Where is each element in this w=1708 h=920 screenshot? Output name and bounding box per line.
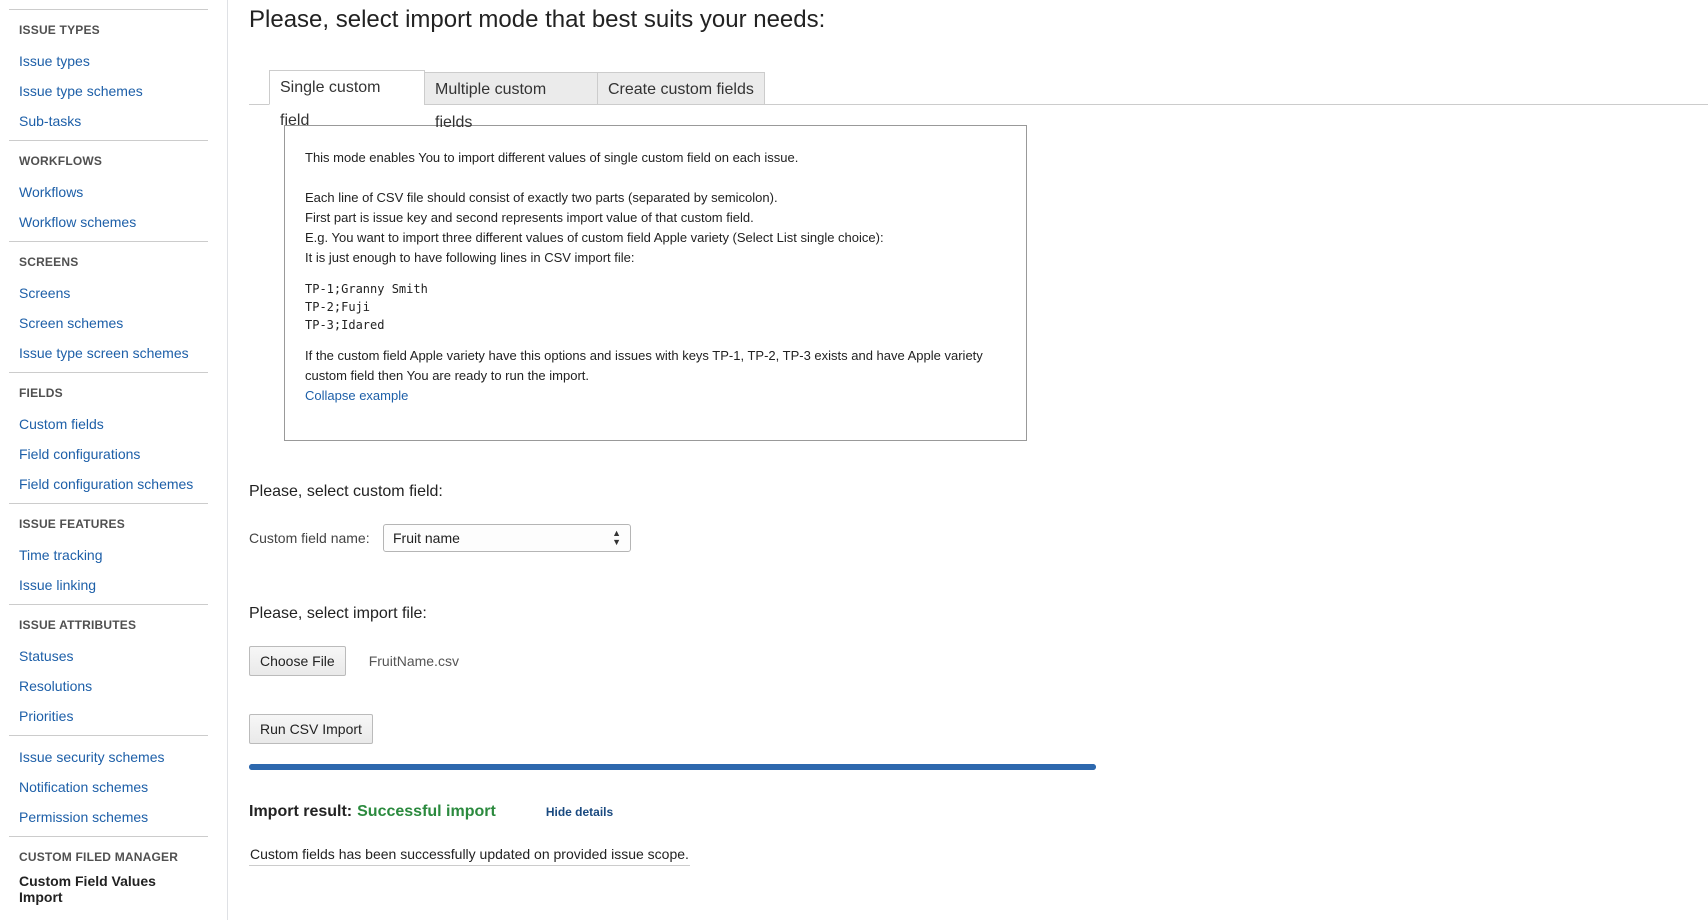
sidebar-heading: ISSUE FEATURES [19, 517, 125, 531]
choose-file-button[interactable]: Choose File [249, 646, 346, 676]
tab-single-custom-field[interactable]: Single custom field [269, 70, 425, 129]
sidebar-section-workflows: WORKFLOWS Workflows Workflow schemes [9, 140, 208, 241]
tab-multiple-custom-fields[interactable]: Multiple custom fields [424, 72, 598, 131]
description-line: E.g. You want to import three different … [305, 230, 884, 245]
sidebar-heading: CUSTOM FILED MANAGER [19, 850, 179, 864]
sidebar-item-field-configurations[interactable]: Field configurations [19, 439, 208, 469]
description-intro: This mode enables You to import differen… [305, 150, 799, 165]
sidebar-item-sub-tasks[interactable]: Sub-tasks [19, 106, 208, 136]
import-mode-tabs: Single custom field Multiple custom fiel… [249, 68, 1708, 131]
sidebar-item-field-configuration-schemes[interactable]: Field configuration schemes [19, 469, 208, 499]
hide-details-link[interactable]: Hide details [546, 805, 613, 819]
sidebar-item-permission-schemes[interactable]: Permission schemes [19, 802, 208, 832]
admin-sidebar: ISSUE TYPES Issue types Issue type schem… [0, 0, 228, 920]
sidebar-item-custom-field-values-import[interactable]: Custom Field Values Import [19, 873, 169, 905]
csv-example: TP-1;Granny Smith TP-2;Fuji TP-3;Idared [305, 280, 1006, 334]
description-line: First part is issue key and second repre… [305, 210, 754, 225]
sidebar-heading: ISSUE TYPES [19, 23, 100, 37]
import-result-row: Import result: Successful import Hide de… [249, 803, 1708, 821]
run-csv-import-button[interactable]: Run CSV Import [249, 714, 373, 744]
import-progress-fill [249, 764, 1096, 770]
import-progress-bar [249, 764, 1096, 770]
custom-field-select[interactable]: Fruit name ▲ ▼ [383, 524, 631, 552]
custom-field-selected-value: Fruit name [393, 530, 460, 546]
import-result-message: Custom fields has been successfully upda… [249, 846, 690, 866]
csv-example-line: TP-2;Fuji [305, 300, 371, 314]
sidebar-item-workflow-schemes[interactable]: Workflow schemes [19, 207, 208, 237]
import-file-section-label: Please, select import file: [249, 605, 427, 622]
sidebar-item-screen-schemes[interactable]: Screen schemes [19, 308, 208, 338]
sidebar-section-screens: SCREENS Screens Screen schemes Issue typ… [9, 241, 208, 372]
collapse-example-link[interactable]: Collapse example [305, 388, 408, 403]
description-line: It is just enough to have following line… [305, 250, 635, 265]
sidebar-heading: SCREENS [19, 255, 79, 269]
sidebar-item-issue-types[interactable]: Issue types [19, 46, 208, 76]
sidebar-item-issue-security-schemes[interactable]: Issue security schemes [19, 742, 208, 772]
sidebar-heading: WORKFLOWS [19, 154, 103, 168]
csv-example-line: TP-1;Granny Smith [305, 282, 428, 296]
import-result-label: Import result: [249, 803, 353, 820]
sidebar-item-screens[interactable]: Screens [19, 278, 208, 308]
sidebar-item-issue-type-screen-schemes[interactable]: Issue type screen schemes [19, 338, 208, 368]
description-line: Each line of CSV file should consist of … [305, 190, 778, 205]
sidebar-item-custom-fields[interactable]: Custom fields [19, 409, 208, 439]
sidebar-item-workflows[interactable]: Workflows [19, 177, 208, 207]
selected-file-name: FruitName.csv [368, 653, 459, 669]
import-file-row: Choose File FruitName.csv [249, 646, 1708, 676]
tab-create-custom-fields[interactable]: Create custom fields [597, 72, 765, 105]
custom-field-section-label: Please, select custom field: [249, 483, 443, 500]
sidebar-item-issue-type-schemes[interactable]: Issue type schemes [19, 76, 208, 106]
sidebar-heading: FIELDS [19, 386, 63, 400]
sidebar-section-issue-features: ISSUE FEATURES Time tracking Issue linki… [9, 503, 208, 604]
page-title: Please, select import mode that best sui… [249, 6, 826, 33]
sidebar-item-statuses[interactable]: Statuses [19, 641, 208, 671]
csv-example-line: TP-3;Idared [305, 318, 385, 332]
description-outro: If the custom field Apple variety have t… [305, 348, 983, 383]
import-result-status: Successful import [357, 803, 496, 820]
sidebar-section-schemes: Issue security schemes Notification sche… [9, 735, 208, 836]
sidebar-item-time-tracking[interactable]: Time tracking [19, 540, 208, 570]
custom-field-name-label: Custom field name: [249, 530, 370, 546]
select-arrows-icon: ▲ ▼ [612, 528, 621, 547]
sidebar-section-issue-types: ISSUE TYPES Issue types Issue type schem… [9, 9, 208, 140]
main-content: Please, select import mode that best sui… [249, 0, 1708, 866]
sidebar-heading: ISSUE ATTRIBUTES [19, 618, 137, 632]
sidebar-section-fields: FIELDS Custom fields Field configuration… [9, 372, 208, 503]
sidebar-item-notification-schemes[interactable]: Notification schemes [19, 772, 208, 802]
custom-field-row: Custom field name: Fruit name ▲ ▼ [249, 524, 1708, 552]
mode-description-box: This mode enables You to import differen… [284, 125, 1027, 441]
sidebar-section-issue-attributes: ISSUE ATTRIBUTES Statuses Resolutions Pr… [9, 604, 208, 735]
sidebar-item-resolutions[interactable]: Resolutions [19, 671, 208, 701]
sidebar-item-issue-linking[interactable]: Issue linking [19, 570, 208, 600]
sidebar-section-custom-filed-manager: CUSTOM FILED MANAGER Custom Field Values… [9, 836, 208, 909]
sidebar-item-priorities[interactable]: Priorities [19, 701, 208, 731]
